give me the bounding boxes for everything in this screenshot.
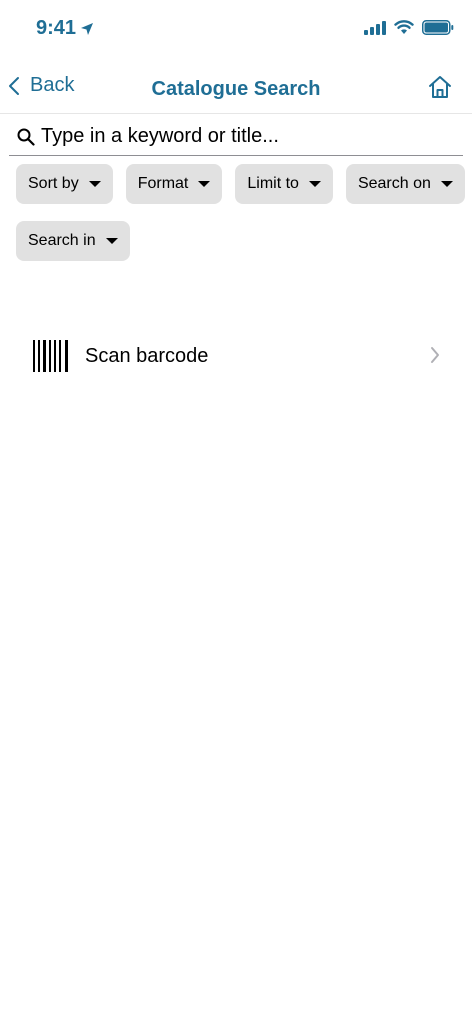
home-button[interactable] <box>428 75 452 104</box>
navigation-bar: Back Catalogue Search <box>0 62 472 114</box>
limit-to-dropdown[interactable]: Limit to <box>235 164 333 204</box>
status-bar: 9:41 <box>0 0 472 58</box>
status-time-text: 9:41 <box>36 17 77 39</box>
search-icon <box>17 128 35 146</box>
caret-down-icon <box>440 181 453 187</box>
sort-by-dropdown[interactable]: Sort by <box>16 164 113 204</box>
caret-down-icon <box>105 238 118 244</box>
filter-chips-row-1: Sort by Format Limit to Search on <box>16 164 465 204</box>
search-input[interactable] <box>41 125 441 148</box>
search-in-label: Search in <box>28 232 96 249</box>
search-bar[interactable] <box>9 118 463 156</box>
filter-chips-row-2: Search in <box>16 221 130 261</box>
status-indicators <box>364 20 454 35</box>
page-title: Catalogue Search <box>151 78 321 100</box>
location-arrow-icon <box>81 22 94 35</box>
limit-to-label: Limit to <box>247 175 299 192</box>
caret-down-icon <box>88 181 101 187</box>
scan-barcode-row[interactable]: Scan barcode <box>0 326 472 386</box>
chevron-right-icon <box>431 347 439 363</box>
format-dropdown[interactable]: Format <box>125 164 223 204</box>
scan-barcode-label: Scan barcode <box>85 345 209 367</box>
sort-by-label: Sort by <box>28 175 79 192</box>
barcode-icon <box>33 340 68 372</box>
search-in-dropdown[interactable]: Search in <box>16 221 130 261</box>
signal-icon <box>364 20 386 35</box>
catalogue-search-screen: 9:41 Back Catalogue Search Type in a key… <box>0 0 472 1024</box>
search-on-label: Search on <box>357 175 431 192</box>
status-time: 9:41 <box>36 17 94 40</box>
format-label: Format <box>137 175 189 192</box>
wifi-icon <box>394 20 414 34</box>
battery-icon <box>422 20 454 35</box>
caret-down-icon <box>198 181 211 187</box>
search-on-dropdown[interactable]: Search on <box>345 164 465 204</box>
caret-down-icon <box>308 181 321 187</box>
home-icon <box>429 76 451 98</box>
